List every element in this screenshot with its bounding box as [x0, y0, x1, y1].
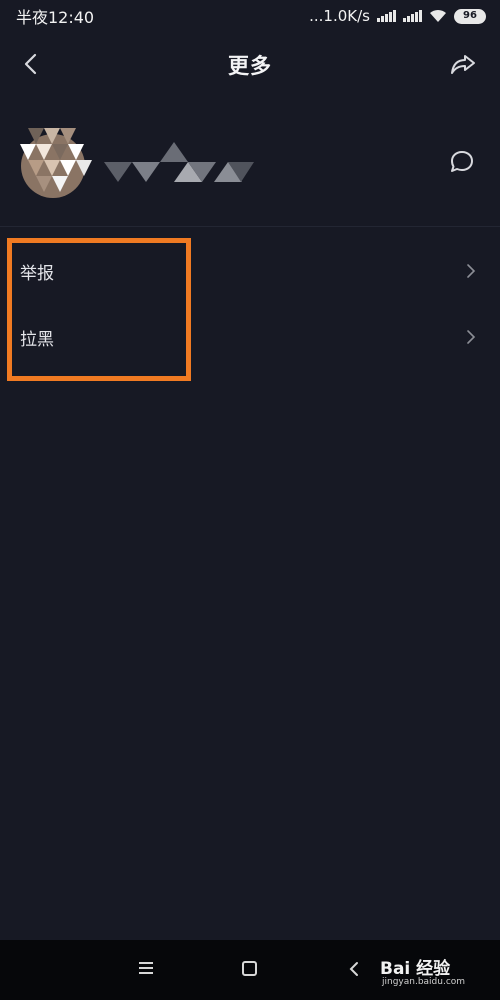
menu-icon[interactable]: [138, 960, 154, 976]
network-speed: ...1.0K/s: [309, 7, 370, 25]
signal-icon: [377, 10, 396, 22]
watermark-main: Bai 经验: [380, 959, 451, 979]
share-arrow-icon[interactable]: [448, 50, 478, 78]
menu-item-report[interactable]: 举报: [0, 238, 500, 304]
signal-icon-2: [403, 10, 422, 22]
menu-item-label: 拉黑: [20, 329, 54, 350]
wifi-icon: [430, 9, 446, 22]
menu-item-label: 举报: [20, 263, 54, 284]
status-bar: 半夜12:40 ...1.0K/s 96: [0, 0, 500, 32]
chat-bubble-icon[interactable]: [448, 148, 476, 176]
page-title: 更多: [228, 54, 272, 78]
status-indicators: ...1.0K/s 96: [309, 7, 486, 25]
menu-list: 举报 拉黑: [0, 238, 500, 370]
username-mosaic: [104, 142, 254, 182]
profile-header: [0, 112, 500, 222]
status-time: 半夜12:40: [16, 8, 95, 27]
back-icon[interactable]: [348, 961, 360, 977]
nav-bar: 更多: [0, 32, 500, 96]
watermark-sub: jingyan.baidu.com: [382, 977, 466, 987]
chevron-right-icon: [467, 330, 476, 344]
home-icon[interactable]: [242, 961, 257, 976]
watermark: Bai 经验 jingyan.baidu.com: [380, 954, 490, 994]
battery-icon: 96: [454, 8, 486, 24]
divider: [0, 226, 500, 227]
system-nav-bar: Bai 经验 jingyan.baidu.com: [0, 940, 500, 1000]
menu-item-block[interactable]: 拉黑: [0, 304, 500, 370]
avatar[interactable]: [14, 122, 92, 200]
chevron-right-icon: [467, 264, 476, 278]
